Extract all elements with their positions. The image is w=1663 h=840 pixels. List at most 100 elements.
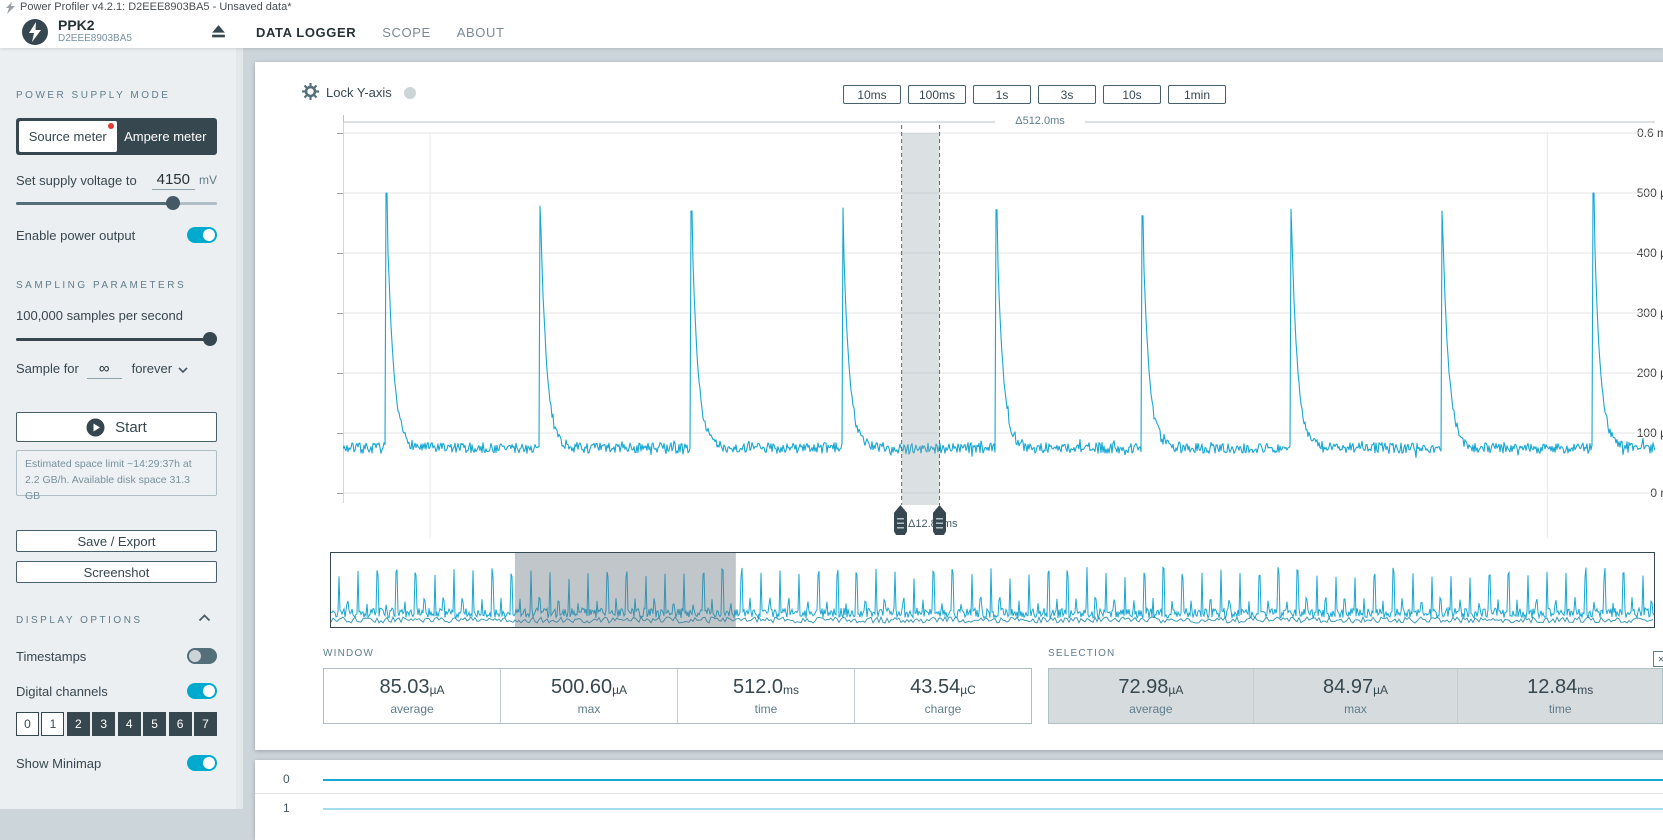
ampere-meter-button[interactable]: Ampere meter (117, 121, 215, 152)
minimap[interactable] (330, 552, 1655, 628)
digital-channel-selector: 0 1 2 3 4 5 6 7 (16, 712, 217, 736)
digital-row-1-label: 1 (283, 801, 290, 815)
window-titlebar: Power Profiler v4.2.1: D2EEE8903BA5 - Un… (0, 0, 1663, 16)
sampling-parameters-heading: SAMPLING PARAMETERS (16, 280, 186, 291)
channel-button-6[interactable]: 6 (169, 712, 192, 736)
lock-y-axis-label: Lock Y-axis (326, 85, 392, 100)
ampere-meter-label: Ampere meter (124, 129, 206, 144)
sample-rate-slider-knob[interactable] (203, 332, 217, 346)
channel-button-4[interactable]: 4 (118, 712, 141, 736)
channel-button-7[interactable]: 7 (194, 712, 217, 736)
range-button-100ms[interactable]: 100ms (908, 85, 966, 104)
digital-channels-label: Digital channels (16, 684, 108, 699)
start-label: Start (115, 419, 147, 436)
sample-for-label: Sample for (16, 361, 79, 376)
disk-space-note: Estimated space limit ~14:29:37h at 2.2 … (16, 450, 217, 496)
sidebar: POWER SUPPLY MODE Source meter Ampere me… (0, 48, 243, 809)
enable-power-label: Enable power output (16, 228, 135, 243)
channel-button-5[interactable]: 5 (143, 712, 166, 736)
source-meter-alert-dot (108, 123, 114, 129)
digital-row-1-trace (323, 808, 1663, 810)
range-button-1min[interactable]: 1min (1168, 85, 1226, 104)
start-button[interactable]: Start (16, 412, 217, 442)
window-charge-cell: 43.54µC charge (854, 669, 1031, 723)
screenshot-button[interactable]: Screenshot (16, 561, 217, 583)
timestamps-label: Timestamps (16, 649, 86, 664)
selection-max-cell: 84.97µA max (1253, 669, 1458, 723)
show-minimap-label: Show Minimap (16, 756, 101, 771)
voltage-label: Set supply voltage to (16, 173, 137, 188)
tab-about[interactable]: ABOUT (457, 25, 505, 40)
eject-device-button[interactable] (210, 23, 228, 41)
device-name: PPK2 (58, 17, 95, 33)
minimap-chart (331, 553, 1654, 627)
window-delta-label: Δ512.0ms (1007, 115, 1073, 127)
source-meter-label: Source meter (29, 129, 107, 144)
range-button-10ms[interactable]: 10ms (843, 85, 901, 104)
selection-stats-heading: SELECTION (1048, 648, 1115, 659)
digital-row-0-trace (323, 779, 1663, 781)
power-supply-mode-heading: POWER SUPPLY MODE (16, 90, 170, 101)
digital-channels-toggle[interactable] (187, 683, 217, 699)
digital-channels-row: Digital channels (16, 683, 217, 699)
clear-selection-button[interactable]: ✕ (1653, 651, 1663, 667)
source-meter-button[interactable]: Source meter (19, 121, 117, 152)
ppk2-logo (22, 19, 48, 45)
app-header: PPK2 D2EEE8903BA5 DATA LOGGER SCOPE ABOU… (0, 16, 1663, 48)
channel-button-2[interactable]: 2 (67, 712, 90, 736)
sample-duration-unit-select[interactable]: forever (132, 361, 172, 376)
lightning-bolt-icon (22, 19, 48, 45)
window-time-cell: 512.0ms time (677, 669, 854, 723)
selection-time-cell: 12.84ms time (1457, 669, 1662, 723)
voltage-slider[interactable] (16, 196, 217, 210)
chart-panel: Lock Y-axis 10ms 100ms 1s 3s 10s 1min Δ5… (255, 62, 1663, 750)
device-serial: D2EEE8903BA5 (58, 33, 132, 44)
gear-icon[interactable] (302, 83, 319, 100)
window-stats: 85.03µA average 500.60µA max 512.0ms tim… (323, 668, 1032, 724)
chevron-up-icon[interactable] (198, 614, 211, 622)
display-options-heading: DISPLAY OPTIONS (16, 615, 143, 626)
time-range-buttons: 10ms 100ms 1s 3s 10s 1min (843, 85, 1226, 104)
voltage-unit: mV (199, 173, 217, 187)
nav-tabs: DATA LOGGER SCOPE ABOUT (256, 16, 505, 48)
enable-power-row: Enable power output (16, 227, 217, 243)
timestamps-row: Timestamps (16, 648, 217, 664)
tab-scope[interactable]: SCOPE (382, 25, 431, 40)
sample-duration-input[interactable]: ∞ (87, 360, 122, 379)
range-button-10s[interactable]: 10s (1103, 85, 1161, 104)
sample-rate-slider[interactable] (16, 332, 217, 346)
show-minimap-toggle[interactable] (187, 755, 217, 771)
meter-mode-segmented-control: Source meter Ampere meter (16, 118, 217, 155)
digital-channels-panel: 0 1 (255, 760, 1663, 840)
eject-icon (210, 23, 227, 40)
channel-button-1[interactable]: 1 (41, 712, 64, 736)
app-window-icon (5, 2, 16, 14)
window-title: Power Profiler v4.2.1: D2EEE8903BA5 - Un… (20, 1, 291, 13)
channel-button-0[interactable]: 0 (16, 712, 39, 736)
digital-row-0-label: 0 (283, 772, 290, 786)
selection-delta-label: Δ12.84ms (908, 518, 958, 530)
voltage-slider-knob[interactable] (166, 196, 180, 210)
sidebar-scrollbar[interactable] (236, 48, 243, 809)
range-button-3s[interactable]: 3s (1038, 85, 1096, 104)
power-profiler-app: { "titlebar": { "title": "Power Profiler… (0, 0, 1663, 809)
timestamps-toggle[interactable] (187, 648, 217, 664)
digital-row-divider (255, 793, 1663, 794)
chevron-down-icon[interactable] (178, 367, 188, 373)
voltage-row: Set supply voltage to 4150 mV (16, 171, 217, 190)
window-average-cell: 85.03µA average (324, 669, 500, 723)
channel-button-3[interactable]: 3 (92, 712, 115, 736)
selection-average-cell: 72.98µA average (1049, 669, 1253, 723)
window-stats-heading: WINDOW (323, 648, 374, 659)
show-minimap-row: Show Minimap (16, 755, 217, 771)
sample-rate-label: 100,000 samples per second (16, 308, 183, 323)
save-export-button[interactable]: Save / Export (16, 530, 217, 552)
window-max-cell: 500.60µA max (500, 669, 677, 723)
sample-for-row: Sample for ∞ forever (16, 360, 188, 379)
tab-data-logger[interactable]: DATA LOGGER (256, 25, 356, 40)
voltage-input[interactable]: 4150 (152, 171, 195, 190)
current-chart[interactable] (343, 108, 1655, 544)
enable-power-toggle[interactable] (187, 227, 217, 243)
range-button-1s[interactable]: 1s (973, 85, 1031, 104)
play-icon (86, 418, 105, 437)
